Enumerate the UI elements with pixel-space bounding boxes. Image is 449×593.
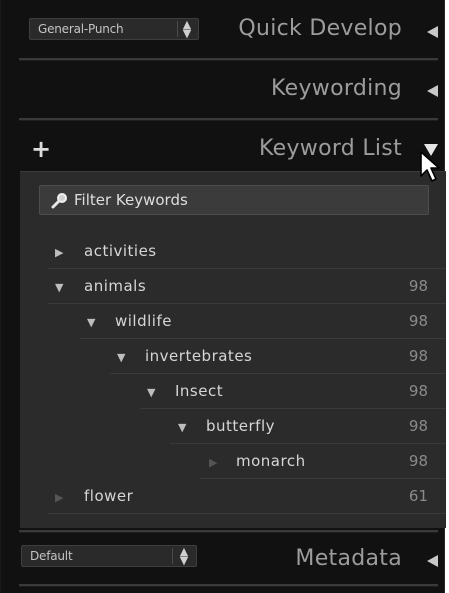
- row-divider: [48, 268, 446, 269]
- keyword-row-animals[interactable]: ▼ animals 98: [20, 270, 446, 304]
- keyword-row-flower[interactable]: ▶ flower 61: [20, 480, 446, 514]
- keyword-row-monarch[interactable]: ▶ monarch 98: [20, 445, 446, 479]
- keyword-row-insect[interactable]: ▼ Insect 98: [20, 375, 446, 409]
- triangle-down-icon[interactable]: ▼: [117, 352, 125, 363]
- metadata-preset-select[interactable]: Default ▲ ▼: [21, 545, 197, 567]
- row-divider: [48, 513, 446, 514]
- keyword-row-butterfly[interactable]: ▼ butterfly 98: [20, 410, 446, 444]
- header-divider: [19, 530, 438, 533]
- triangle-left-icon[interactable]: [427, 85, 438, 97]
- keyword-label: activities: [84, 242, 157, 260]
- metadata-preset-value: Default: [30, 549, 73, 563]
- keyword-list-title: Keyword List: [258, 136, 402, 161]
- keyword-list-panel: Filter Keywords ▶ activities ▼ animals 9…: [20, 171, 446, 528]
- select-separator: [177, 21, 178, 37]
- triangle-down-icon[interactable]: ▼: [87, 317, 95, 328]
- keyword-row-activities[interactable]: ▶ activities: [20, 235, 446, 269]
- quick-develop-title: Quick Develop: [238, 16, 402, 41]
- keyword-label: invertebrates: [145, 347, 253, 365]
- triangle-right-icon[interactable]: ▶: [55, 247, 63, 258]
- filter-keywords-placeholder: Filter Keywords: [74, 191, 188, 209]
- keyword-count: 98: [408, 452, 428, 470]
- triangle-down-icon[interactable]: ▼: [178, 422, 186, 433]
- row-divider: [140, 408, 446, 409]
- keyword-row-invertebrates[interactable]: ▼ invertebrates 98: [20, 340, 446, 374]
- keyword-row-wildlife[interactable]: ▼ wildlife 98: [20, 305, 446, 339]
- keywording-header[interactable]: Keywording: [1, 64, 446, 110]
- filter-keywords-field[interactable]: Filter Keywords: [39, 185, 429, 215]
- quick-develop-header[interactable]: General-Punch ▲ ▼ Quick Develop: [1, 0, 446, 54]
- header-divider: [19, 58, 438, 61]
- keyword-label: monarch: [236, 452, 306, 470]
- row-divider: [80, 338, 446, 339]
- triangle-down-icon[interactable]: ▼: [55, 282, 63, 293]
- saved-preset-value: General-Punch: [38, 22, 124, 36]
- saved-preset-select[interactable]: General-Punch ▲ ▼: [29, 18, 199, 40]
- keyword-count: 98: [408, 277, 428, 295]
- keyword-count: 98: [408, 417, 428, 435]
- metadata-title: Metadata: [295, 546, 402, 571]
- header-divider: [19, 584, 438, 587]
- keyword-label: animals: [84, 277, 147, 295]
- metadata-header[interactable]: Default ▲ ▼ Metadata: [1, 536, 446, 586]
- keyword-label: Insect: [175, 382, 224, 400]
- right-panel: General-Punch ▲ ▼ Quick Develop Keywordin…: [0, 0, 446, 593]
- up-down-arrows-icon: ▲ ▼: [182, 18, 192, 40]
- triangle-down-icon[interactable]: ▼: [147, 387, 155, 398]
- keyword-count: 98: [408, 382, 428, 400]
- triangle-left-icon[interactable]: [427, 26, 438, 38]
- mouse-pointer-icon: [420, 151, 440, 182]
- triangle-right-icon: ▶: [209, 456, 218, 469]
- up-down-arrows-icon: ▲ ▼: [179, 545, 189, 567]
- row-divider: [170, 443, 446, 444]
- magnifier-icon: [51, 193, 67, 209]
- row-divider: [200, 478, 446, 479]
- keyword-label: butterfly: [206, 417, 276, 435]
- select-separator: [172, 548, 173, 564]
- keywording-title: Keywording: [271, 76, 402, 101]
- header-divider: [19, 118, 438, 121]
- keyword-label: wildlife: [115, 312, 172, 330]
- keyword-label: flower: [84, 487, 134, 505]
- row-divider: [110, 373, 446, 374]
- keyword-list-header[interactable]: Keyword List: [1, 124, 446, 170]
- keyword-count: 98: [408, 347, 428, 365]
- triangle-left-icon[interactable]: [427, 555, 438, 567]
- triangle-right-icon: ▶: [55, 491, 64, 504]
- keyword-count: 98: [408, 312, 428, 330]
- keyword-count: 61: [408, 487, 428, 505]
- row-divider: [48, 303, 446, 304]
